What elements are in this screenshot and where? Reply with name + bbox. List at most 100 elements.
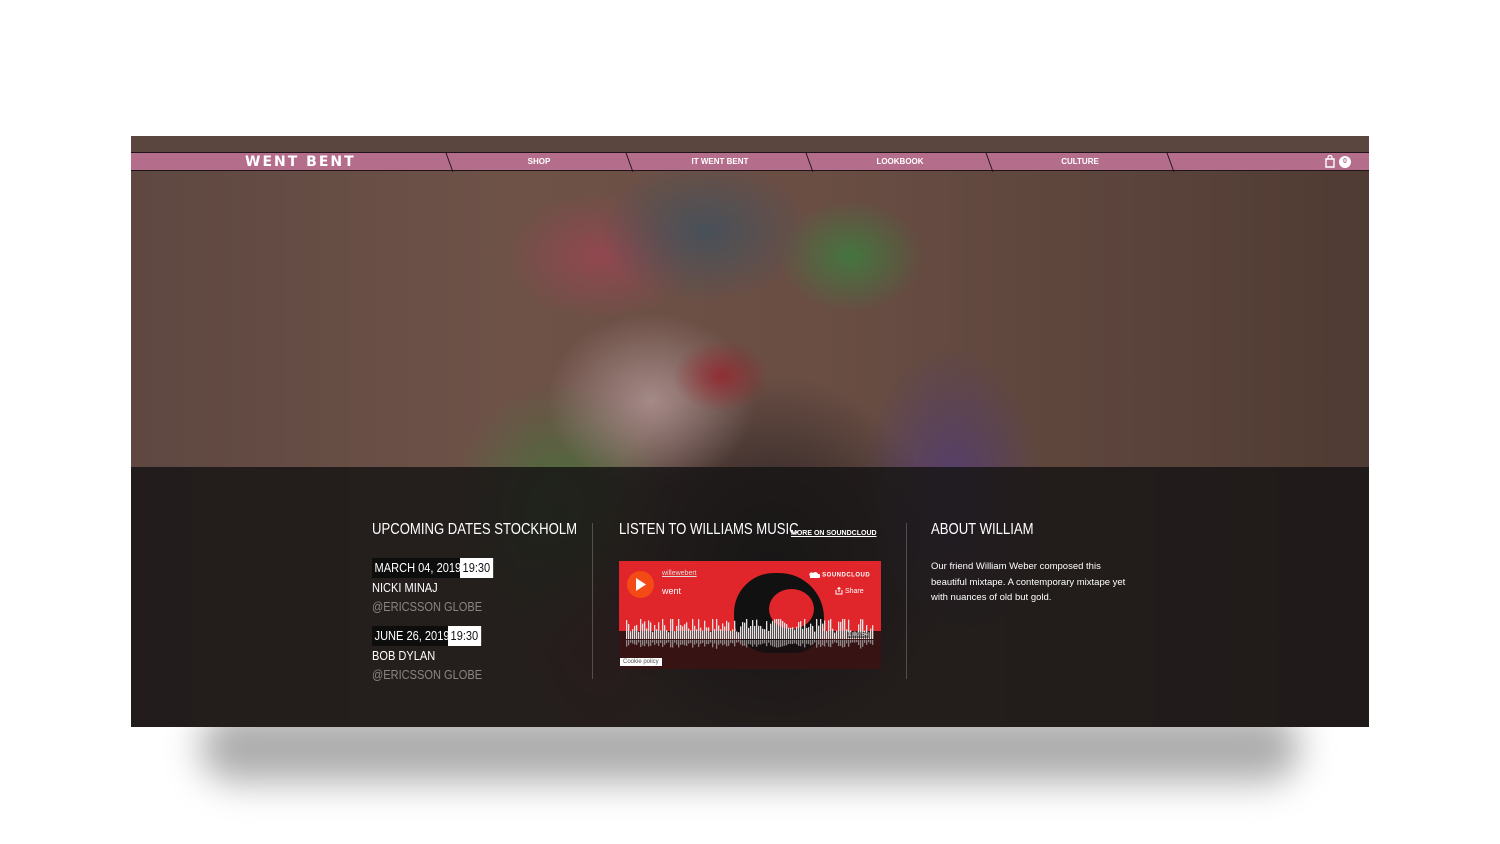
soundcloud-user-link[interactable]: willewebert [662, 570, 697, 577]
more-on-soundcloud-link[interactable]: MORE ON SOUNDCLOUD [791, 530, 877, 537]
waveform-reflection [698, 640, 700, 647]
nav-item-lookbook[interactable]: LOOKBOOK [840, 153, 960, 170]
waveform-bar [660, 630, 662, 639]
waveform-reflection [822, 640, 824, 646]
waveform-reflection [704, 640, 706, 647]
cookie-policy-link[interactable]: Cookie policy [620, 658, 662, 666]
waveform-reflection [760, 640, 762, 645]
waveform-bar [740, 626, 742, 639]
nav-item-it-went-bent[interactable]: IT WENT BENT [660, 153, 780, 170]
waveform-bar [646, 628, 648, 639]
nav-separator [805, 153, 814, 172]
soundcloud-player[interactable]: willewebert went SOUNDCLOUD Share 1:00:5… [619, 561, 881, 669]
waveform-bar [628, 624, 630, 639]
waveform-reflection [792, 640, 794, 645]
waveform-bar [748, 627, 750, 639]
waveform-reflection [866, 640, 868, 645]
waveform-bar [780, 619, 782, 639]
play-button[interactable] [627, 571, 654, 598]
waveform-bar [706, 627, 708, 639]
nav-item-culture[interactable]: CULTURE [1020, 153, 1140, 170]
waveform-bar [744, 622, 746, 639]
waveform-bar [778, 619, 780, 639]
waveform-bar [756, 619, 758, 639]
waveform-reflection [632, 640, 634, 644]
waveform-bar [638, 631, 640, 639]
waveform-reflection [872, 640, 874, 645]
column-divider [592, 523, 593, 679]
waveform-reflection [796, 640, 798, 645]
waveform-bar [760, 625, 762, 639]
waveform-reflection [684, 640, 686, 646]
waveform-bar [870, 628, 872, 639]
waveform-reflection [788, 640, 790, 644]
waveform-reflection [638, 640, 640, 643]
waveform-bar [836, 630, 838, 639]
waveform-bar [734, 620, 736, 639]
waveform-reflection [844, 640, 846, 647]
waveform-bar [758, 625, 760, 639]
event-venue[interactable]: @ERICSSON GLOBE [372, 667, 482, 682]
waveform-bar [782, 621, 784, 639]
waveform-reflection [762, 640, 764, 644]
waveform-reflection [646, 640, 648, 644]
waveform-bar [738, 632, 740, 639]
waveform-reflection [636, 640, 638, 645]
waveform-reflection [664, 640, 666, 645]
waveform-reflection [694, 640, 696, 645]
waveform-reflection [856, 640, 858, 643]
waveform-reflection [642, 640, 644, 646]
play-icon [636, 578, 646, 591]
waveform-bar [728, 622, 730, 639]
waveform-bar [726, 620, 728, 639]
waveform-reflection [768, 640, 770, 643]
waveform-bar [750, 625, 752, 639]
waveform-reflection [774, 640, 776, 647]
waveform-bar [626, 620, 628, 639]
waveform-reflection [776, 640, 778, 648]
track-title[interactable]: went [662, 586, 681, 596]
waveform-reflection [752, 640, 754, 647]
shopping-bag-icon[interactable] [1325, 155, 1335, 168]
navbar: WENT BENT SHOP IT WENT BENT LOOKBOOK CUL… [131, 152, 1369, 172]
site-logo[interactable]: WENT BENT [245, 154, 356, 171]
waveform[interactable] [626, 619, 874, 649]
waveform-bar [770, 623, 772, 639]
waveform-reflection [840, 640, 842, 647]
waveform-reflection [738, 640, 740, 643]
waveform-reflection [744, 640, 746, 646]
waveform-bar [730, 630, 732, 639]
event-venue[interactable]: @ERICSSON GLOBE [372, 599, 482, 614]
nav-item-shop[interactable]: SHOP [479, 153, 599, 170]
waveform-reflection [808, 640, 810, 645]
waveform-bar [804, 619, 806, 639]
waveform-reflection [750, 640, 752, 645]
waveform-bar [826, 630, 828, 639]
waveform-bar [806, 627, 808, 639]
waveform-bar [674, 631, 676, 639]
waveform-reflection [692, 640, 694, 648]
waveform-reflection [842, 640, 844, 648]
waveform-bar [842, 619, 844, 639]
waveform-bar [708, 627, 710, 639]
waveform-reflection [708, 640, 710, 645]
cart-count-badge[interactable]: 0 [1339, 156, 1351, 168]
waveform-reflection [800, 640, 802, 647]
event-artist: NICKI MINAJ [372, 580, 438, 595]
waveform-reflection [754, 640, 756, 645]
waveform-reflection [802, 640, 804, 644]
waveform-bar [678, 619, 680, 639]
waveform-reflection [830, 640, 832, 648]
waveform-reflection [736, 640, 738, 643]
waveform-reflection [644, 640, 646, 647]
waveform-bar [720, 629, 722, 639]
waveform-bar [830, 619, 832, 639]
waveform-reflection [670, 640, 672, 648]
waveform-reflection [858, 640, 860, 646]
waveform-reflection [864, 640, 866, 643]
waveform-reflection [652, 640, 654, 643]
waveform-reflection [852, 640, 854, 643]
waveform-reflection [656, 640, 658, 644]
share-button[interactable]: Share [835, 586, 864, 595]
soundcloud-logo[interactable]: SOUNDCLOUD [809, 572, 870, 579]
